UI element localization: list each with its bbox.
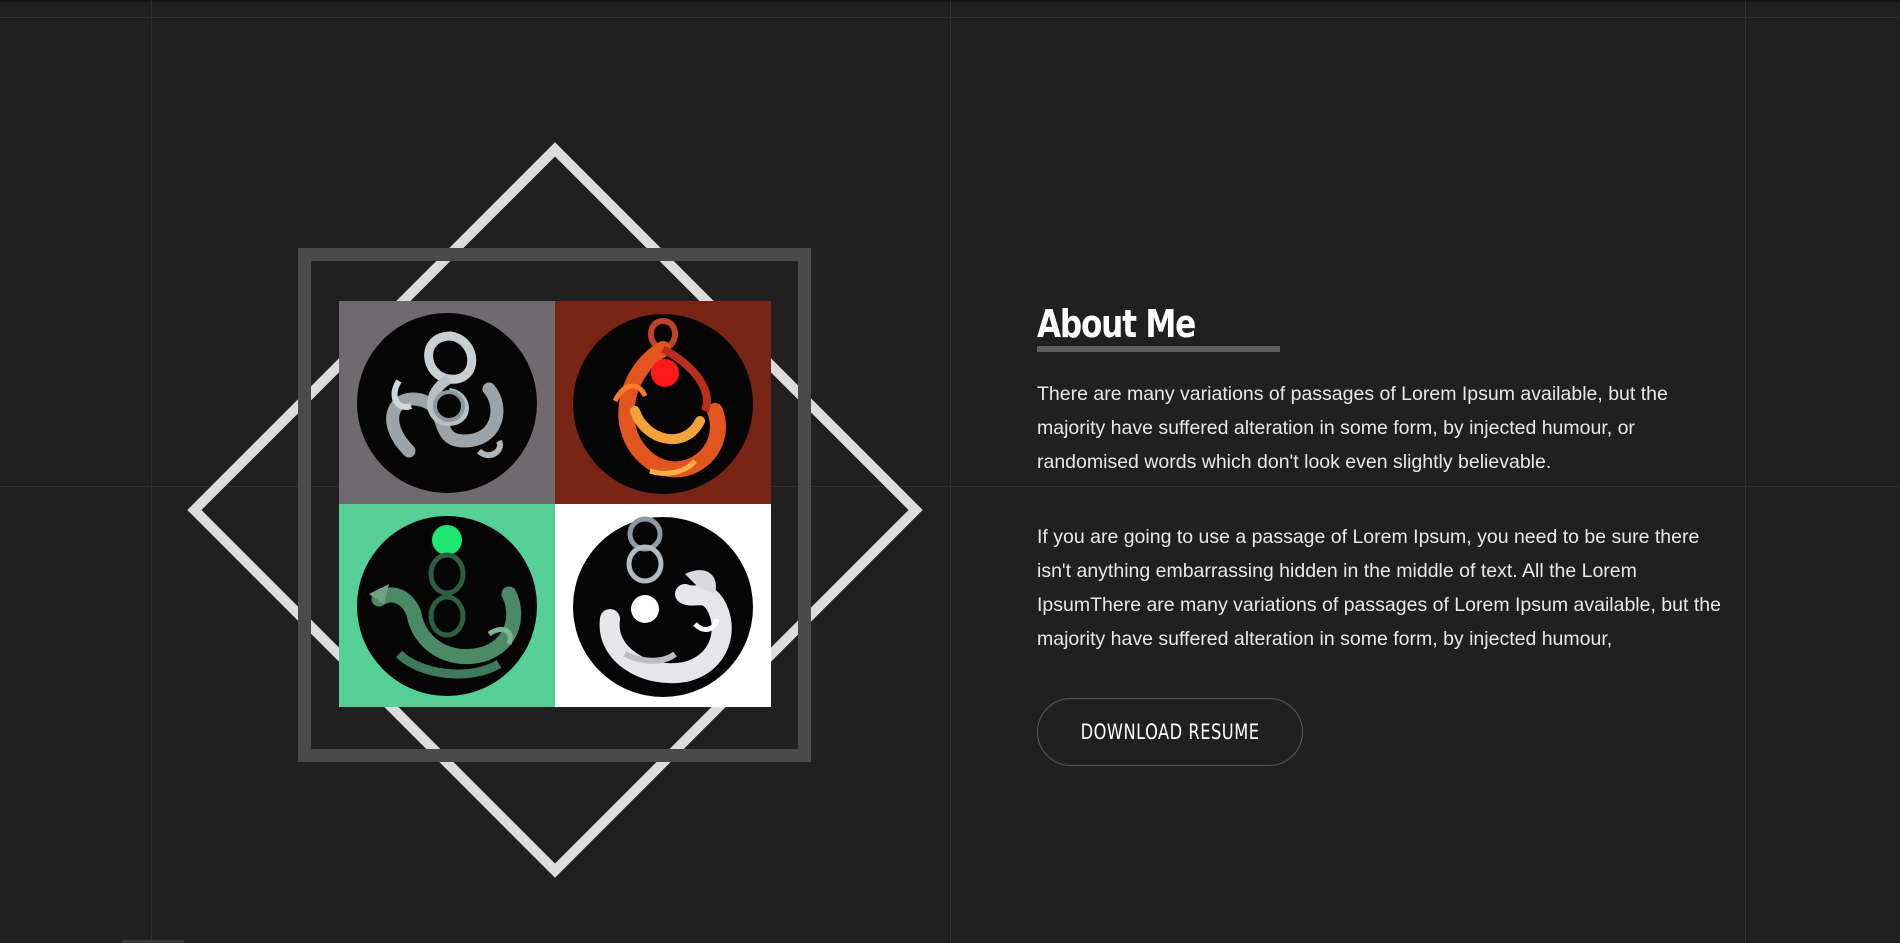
section-title: About Me: [1037, 302, 1196, 346]
snake-emblem-image: [357, 313, 537, 493]
about-content: About Me There are many variations of pa…: [1037, 295, 1737, 656]
tiger-emblem-image: [573, 516, 753, 697]
artwork-tile-dragon: [339, 504, 555, 707]
dragon-emblem-image: [357, 516, 537, 696]
about-section: About Me There are many variations of pa…: [0, 0, 1900, 943]
artwork-tile-tiger: [555, 504, 771, 707]
grid-line: [1745, 0, 1746, 943]
about-paragraph-1: There are many variations of passages of…: [1037, 383, 1668, 473]
download-resume-label: DOWNLOAD RESUME: [1080, 720, 1260, 744]
phoenix-emblem-image: [573, 314, 753, 494]
grid-line: [950, 0, 951, 943]
artwork-tile-snake: [339, 301, 555, 504]
download-resume-button[interactable]: DOWNLOAD RESUME: [1037, 698, 1303, 766]
artwork-tile-phoenix: [555, 301, 771, 504]
grid-line: [0, 17, 1900, 18]
grid-line: [151, 0, 152, 943]
artwork-grid: [339, 301, 771, 707]
about-paragraph-2: If you are going to use a passage of Lor…: [1037, 526, 1721, 650]
